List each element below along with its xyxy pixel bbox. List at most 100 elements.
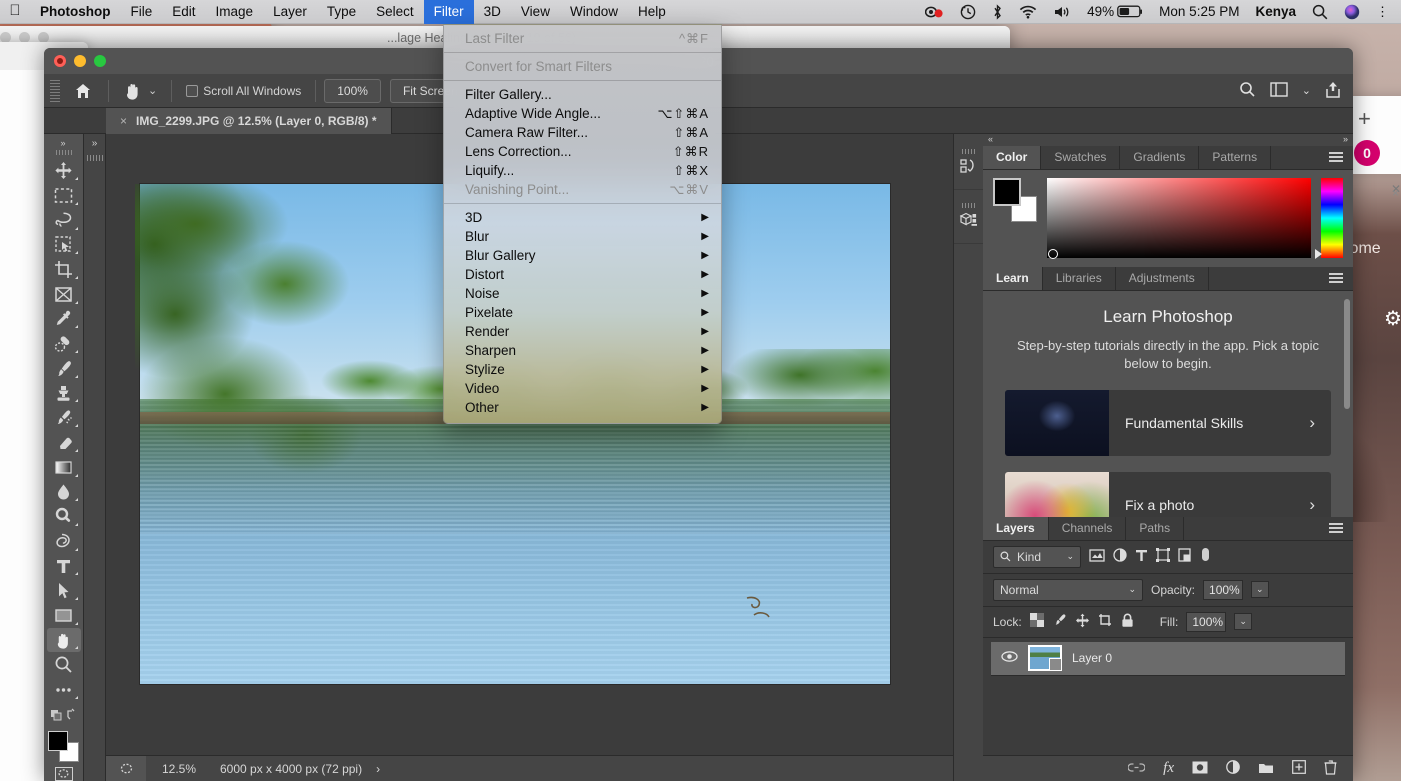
filter-dropdown-menu[interactable]: Last Filter ^⌘F Convert for Smart Filter… <box>443 24 722 424</box>
layer-row[interactable]: Layer 0 <box>991 642 1345 676</box>
link-layers-icon[interactable] <box>1128 762 1145 776</box>
lock-position-icon[interactable] <box>1075 613 1090 631</box>
new-tab-icon[interactable]: + <box>1358 106 1371 132</box>
layer-visibility-icon[interactable] <box>1001 651 1018 665</box>
menu-item-noise[interactable]: Noise ▶ <box>444 284 721 303</box>
collapse-left-icon[interactable]: « <box>988 134 993 144</box>
frame-tool[interactable] <box>47 282 81 307</box>
menu-filter[interactable]: Filter <box>424 0 474 24</box>
siri-icon[interactable] <box>1336 0 1368 24</box>
fill-stepper-icon[interactable]: ⌄ <box>1234 613 1252 630</box>
layer-mask-icon[interactable] <box>1192 761 1208 777</box>
pen-tool[interactable] <box>47 529 81 554</box>
menu-item-stylize[interactable]: Stylize ▶ <box>444 360 721 379</box>
lock-all-icon[interactable] <box>1121 613 1134 631</box>
menu-image[interactable]: Image <box>206 0 264 24</box>
rectangle-tool[interactable] <box>47 603 81 628</box>
shape-filter-icon[interactable] <box>1156 548 1170 565</box>
more-tools-icon[interactable] <box>47 677 81 702</box>
adjustment-filter-icon[interactable] <box>1113 548 1127 565</box>
scroll-all-windows-checkbox[interactable]: Scroll All Windows <box>180 84 307 98</box>
lasso-tool[interactable] <box>47 208 81 233</box>
chevron-down-icon[interactable]: ⌄ <box>148 84 157 97</box>
close-icon[interactable]: × <box>120 114 127 128</box>
battery-status[interactable]: 49% <box>1079 0 1151 24</box>
hue-strip[interactable] <box>1321 178 1343 258</box>
layers-list-empty-area[interactable] <box>983 676 1353 755</box>
checkbox-box[interactable] <box>186 85 198 97</box>
menu-view[interactable]: View <box>511 0 560 24</box>
menu-item-sharpen[interactable]: Sharpen ▶ <box>444 341 721 360</box>
learn-panel-menu-button[interactable] <box>1319 267 1353 290</box>
new-layer-icon[interactable] <box>1292 760 1306 777</box>
menu-layer[interactable]: Layer <box>263 0 317 24</box>
quick-mask-toggle[interactable] <box>106 756 146 781</box>
move-tool[interactable] <box>47 158 81 183</box>
tab-patterns[interactable]: Patterns <box>1199 146 1271 169</box>
eyedropper-tool[interactable] <box>47 307 81 332</box>
menu-3d[interactable]: 3D <box>474 0 511 24</box>
screen-recording-icon[interactable] <box>917 0 952 24</box>
chevron-down-icon[interactable]: ⌄ <box>1066 551 1074 562</box>
opacity-stepper-icon[interactable]: ⌄ <box>1251 581 1269 598</box>
gear-icon[interactable]: ⚙ <box>1384 306 1401 331</box>
color-picker-handle[interactable] <box>1048 249 1058 259</box>
expand-panels-icon[interactable]: » <box>92 138 98 149</box>
time-machine-icon[interactable] <box>952 0 984 24</box>
menu-file[interactable]: File <box>121 0 163 24</box>
chevron-down-icon[interactable]: ⌄ <box>1302 84 1311 97</box>
panels-collapse-bar[interactable]: « » <box>983 134 1353 146</box>
menu-window[interactable]: Window <box>560 0 628 24</box>
fill-value[interactable]: 100% <box>1186 612 1226 632</box>
menu-item-adaptive-wide-angle[interactable]: Adaptive Wide Angle... ⌥⇧⌘A <box>444 104 721 123</box>
menu-item-pixelate[interactable]: Pixelate ▶ <box>444 303 721 322</box>
color-swatches[interactable] <box>47 731 81 759</box>
menu-photoshop[interactable]: Photoshop <box>30 0 121 24</box>
hue-handle[interactable] <box>1315 249 1322 259</box>
tools-collapse-button[interactable]: » <box>44 136 83 150</box>
pixel-filter-icon[interactable] <box>1089 549 1105 565</box>
menu-item-other[interactable]: Other ▶ <box>444 398 721 417</box>
rail-grip[interactable] <box>87 155 103 161</box>
dodge-tool[interactable] <box>47 504 81 529</box>
zoom-tool[interactable] <box>47 652 81 677</box>
learn-panel-scrollbar[interactable] <box>1344 299 1350 409</box>
home-icon[interactable] <box>66 82 100 100</box>
healing-brush-tool[interactable] <box>47 331 81 356</box>
foreground-color-swatch[interactable] <box>993 178 1021 206</box>
new-group-icon[interactable] <box>1258 761 1274 777</box>
search-icon[interactable] <box>1304 0 1336 24</box>
type-tool[interactable] <box>47 554 81 579</box>
learn-card-fix-a-photo[interactable]: Fix a photo › <box>1005 472 1331 517</box>
path-selection-tool[interactable] <box>47 578 81 603</box>
brush-tool[interactable] <box>47 356 81 381</box>
menu-item-blur-gallery[interactable]: Blur Gallery ▶ <box>444 246 721 265</box>
delete-layer-icon[interactable] <box>1324 760 1337 778</box>
menu-item-lens-correction[interactable]: Lens Correction... ⇧⌘R <box>444 142 721 161</box>
layer-style-icon[interactable]: fx <box>1163 760 1174 777</box>
menu-item-render[interactable]: Render ▶ <box>444 322 721 341</box>
crop-tool[interactable] <box>47 257 81 282</box>
notification-badge[interactable]: 0 <box>1354 140 1380 166</box>
rail-grip[interactable] <box>962 149 976 154</box>
lock-transparent-pixels-icon[interactable] <box>1030 613 1044 630</box>
blend-mode-select[interactable]: Normal ⌄ <box>993 579 1143 601</box>
marquee-tool[interactable] <box>47 183 81 208</box>
quick-mask-icon[interactable] <box>55 767 73 781</box>
tab-learn[interactable]: Learn <box>983 267 1043 290</box>
hand-tool-icon[interactable]: ⌄ <box>117 81 163 101</box>
collapse-right-icon[interactable]: » <box>1343 134 1348 144</box>
share-icon[interactable] <box>1325 81 1341 101</box>
menu-item-3d[interactable]: 3D ▶ <box>444 208 721 227</box>
options-bar-grip[interactable] <box>50 80 60 102</box>
opacity-value[interactable]: 100% <box>1203 580 1243 600</box>
zoom-100-button[interactable]: 100% <box>324 79 381 103</box>
menu-item-blur[interactable]: Blur ▶ <box>444 227 721 246</box>
tab-libraries[interactable]: Libraries <box>1043 267 1116 290</box>
menu-item-camera-raw-filter[interactable]: Camera Raw Filter... ⇧⌘A <box>444 123 721 142</box>
status-chevron-icon[interactable]: › <box>362 762 380 776</box>
menu-item-video[interactable]: Video ▶ <box>444 379 721 398</box>
history-brush-tool[interactable] <box>47 405 81 430</box>
smart-object-filter-icon[interactable] <box>1178 548 1191 565</box>
learn-card-fundamental-skills[interactable]: Fundamental Skills › <box>1005 390 1331 456</box>
